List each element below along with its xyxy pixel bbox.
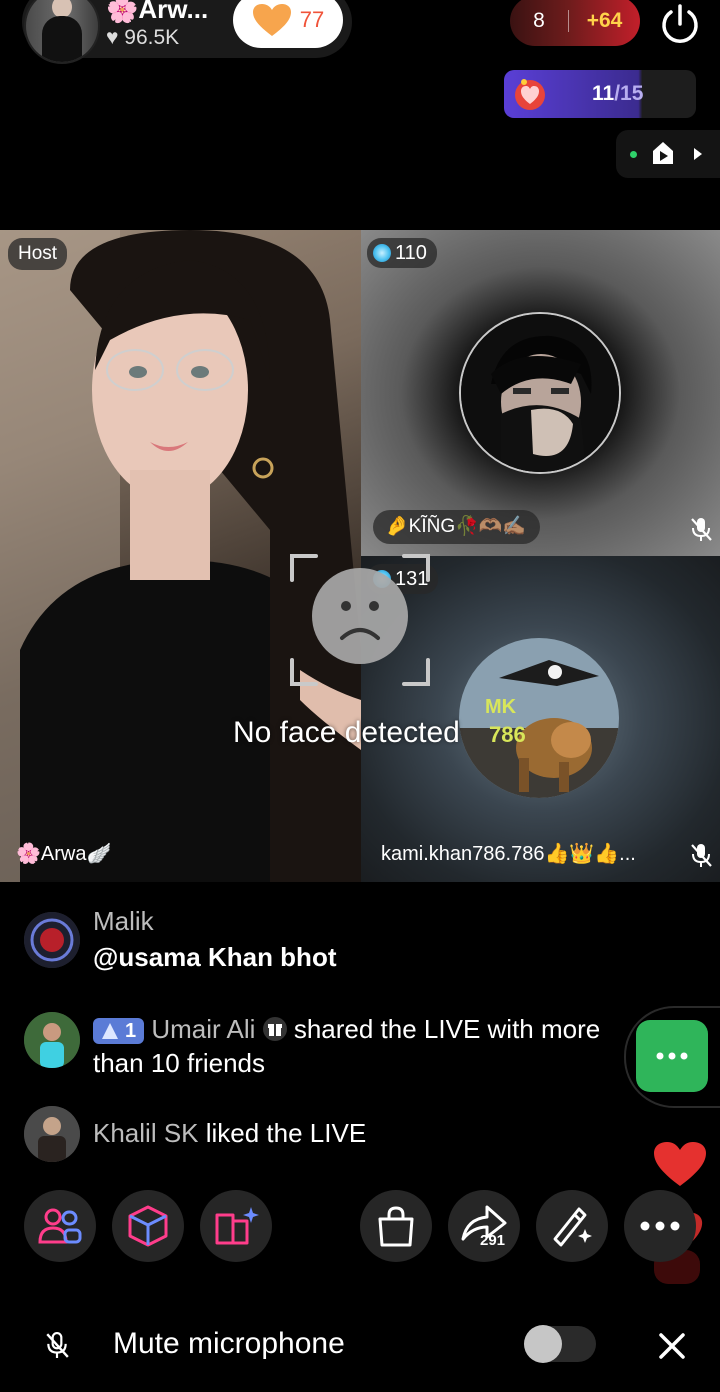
- effects-button[interactable]: [112, 1190, 184, 1262]
- share-button[interactable]: 291: [448, 1190, 520, 1262]
- guest1-avatar-image: [461, 314, 619, 472]
- guest1-avatar[interactable]: [459, 312, 621, 474]
- chat-username[interactable]: Malik: [93, 906, 154, 937]
- mute-microphone-toggle[interactable]: [524, 1325, 596, 1363]
- power-icon[interactable]: [656, 0, 704, 48]
- more-options-button[interactable]: [624, 1190, 696, 1262]
- chevron-right-icon: [694, 148, 702, 160]
- mission-progress-text: 11/15: [592, 82, 644, 105]
- host-name: 🌸Arw...: [106, 0, 209, 24]
- face-frame-icon: [290, 554, 430, 686]
- host-chip: Host: [8, 238, 68, 270]
- shop-button[interactable]: [360, 1190, 432, 1262]
- mic-off-icon: [691, 844, 712, 867]
- chat-share-message: 1 Umair Ali shared the LIVE with more: [93, 1014, 643, 1045]
- mission-progress-pill[interactable]: 11/15: [504, 70, 696, 118]
- like-host-button[interactable]: 77: [233, 0, 343, 48]
- guest2-avatar[interactable]: MK 786: [459, 638, 619, 798]
- close-icon[interactable]: [658, 1332, 686, 1360]
- no-face-warning-text: No face detected: [233, 716, 460, 749]
- guest1-coin-chip: 110: [367, 238, 437, 268]
- game-pill[interactable]: [616, 130, 720, 178]
- guests-button[interactable]: [24, 1190, 96, 1262]
- chat-message: @usama Khan bhot: [93, 942, 337, 972]
- avatar-text-786: 786: [489, 722, 526, 747]
- more-chat-actions-button[interactable]: [636, 1020, 708, 1092]
- host-likes-count: ♥ 96.5K: [106, 26, 180, 49]
- chat-share-message-line2: than 10 friends: [93, 1048, 266, 1078]
- share-count: 291: [480, 1232, 506, 1249]
- chat-avatar-umair[interactable]: [24, 1012, 80, 1068]
- users-icon: [38, 1208, 82, 1244]
- chat-username[interactable]: Umair Ali: [151, 1014, 255, 1044]
- mute-microphone-bar: [0, 1300, 720, 1392]
- status-dot: [630, 151, 637, 158]
- chat-avatar-khalil[interactable]: [24, 1106, 80, 1162]
- battle-score-pill[interactable]: 8 +64: [510, 0, 640, 46]
- guest2-avatar-image: [459, 638, 619, 798]
- toggle-knob: [524, 1325, 562, 1363]
- like-count: 77: [299, 7, 325, 32]
- score-left: 8: [533, 9, 545, 32]
- mute-microphone-label: Mute microphone: [113, 1327, 345, 1360]
- score-right: +64: [586, 9, 623, 32]
- guest2-name: kami.khan786.786👍👑👍...: [381, 843, 636, 865]
- level-badge: 1: [93, 1018, 145, 1045]
- mic-off-icon: [46, 1332, 69, 1358]
- home-play-icon: [653, 142, 673, 164]
- mic-off-icon: [691, 518, 712, 541]
- book-sparkle-icon: [215, 1207, 259, 1245]
- chat-username[interactable]: Khalil SK: [93, 1118, 199, 1148]
- coin-icon: [373, 244, 391, 262]
- book-button[interactable]: [200, 1190, 272, 1262]
- chat-like-message: Khalil SK liked the LIVE: [93, 1118, 367, 1148]
- floating-heart-icon: [654, 1142, 706, 1186]
- host-avatar[interactable]: [24, 0, 100, 64]
- more-dots-icon: [640, 1221, 680, 1231]
- heart-icon: [252, 4, 291, 36]
- level-icon: [102, 1023, 118, 1040]
- more-dots-icon: [656, 1052, 688, 1060]
- magic-button[interactable]: [536, 1190, 608, 1262]
- shopping-bag-icon: [378, 1206, 414, 1247]
- host-display-name: 🌸Arwa🪽: [16, 843, 112, 865]
- gift-icon: [262, 1017, 287, 1041]
- avatar-text-mk: MK: [485, 696, 517, 718]
- guest1-name: 🤌KĨÑG🥀🫶🏽✍🏽: [373, 510, 541, 544]
- cube-icon: [128, 1205, 168, 1247]
- guest-seat-1[interactable]: 110 🤌KĨÑG🥀🫶🏽✍🏽: [361, 230, 720, 556]
- guest1-coin-count: 110: [395, 242, 427, 264]
- chat-avatar-malik[interactable]: [24, 912, 80, 968]
- heart-gift-icon: [515, 79, 545, 110]
- magic-wand-icon: [553, 1207, 592, 1247]
